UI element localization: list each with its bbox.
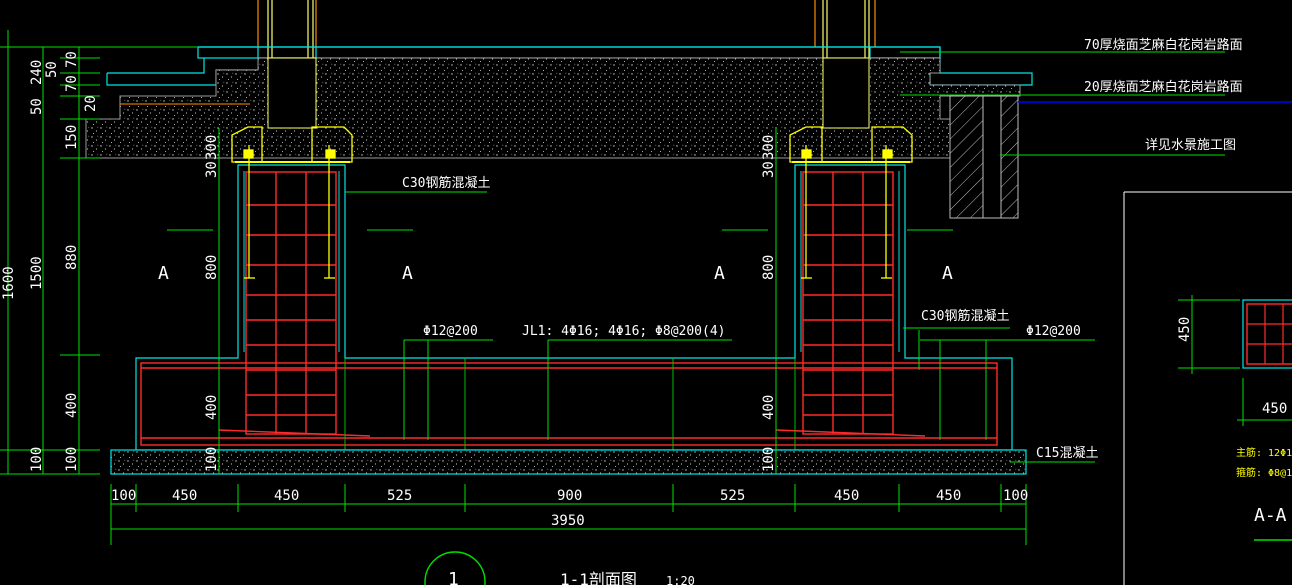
detail-dim-450-v: 450 (1177, 317, 1193, 342)
callout-c30-left: C30钢筋混凝土 (402, 175, 490, 191)
base-concrete (85, 57, 1021, 159)
cad-drawing-canvas: 70厚烧面芝麻白花岗岩路面 20厚烧面芝麻白花岗岩路面 详见水景施工图 C30钢… (0, 0, 1292, 585)
dim-70-a: 70 (64, 51, 80, 68)
pier-dim-30-right: 30 (761, 161, 777, 178)
dim-50-left: 50 (29, 98, 45, 115)
pier-dim-30-left: 30 (204, 161, 220, 178)
bottom-dim-4: 525 (387, 488, 412, 504)
dim-150: 150 (64, 125, 80, 150)
detail-a-a: 450 450 主筋: 12Φ18 箍筋: Φ8@10 A-A (1123, 191, 1292, 585)
overall-dim-3950: 3950 (551, 513, 585, 529)
bottom-dimension-texts: 100 450 450 525 900 525 450 450 100 3950 (111, 488, 1028, 529)
foundation-outline (135, 164, 1013, 451)
callout-paving-side: 20厚烧面芝麻白花岗岩路面 (1084, 79, 1243, 95)
detail-column-outline (1242, 299, 1292, 369)
pier-dim-300-right: 300 (761, 135, 777, 160)
dim-20: 20 (83, 95, 99, 112)
bottom-dim-7: 450 (834, 488, 859, 504)
waterscape-gap (982, 95, 1002, 219)
detail-mark: A-A (1254, 505, 1287, 526)
paving-top-layer (198, 46, 941, 59)
column-right-core (822, 57, 870, 129)
dim-1600: 1600 (1, 266, 17, 300)
bottom-dim-5: 900 (557, 488, 582, 504)
pier-dim-100-left: 100 (204, 447, 220, 472)
pier-dim-800-left: 800 (204, 255, 220, 280)
pier-dimension-texts-left: 300 30 800 400 100 (204, 135, 220, 472)
left-dimension-texts: 1600 1500 240 50 70 50 70 20 150 880 400… (1, 51, 99, 472)
callout-c15: C15混凝土 (1036, 445, 1098, 461)
dim-880: 880 (64, 245, 80, 270)
dim-240: 240 (29, 60, 45, 85)
bottom-dim-6: 525 (720, 488, 745, 504)
bottom-dim-8: 450 (936, 488, 961, 504)
title-number: 1 (448, 569, 459, 585)
detail-note-stirrup: 箍筋: Φ8@10 (1236, 466, 1292, 479)
callout-rebar-right: Φ12@200 (1026, 324, 1081, 339)
structure (85, 0, 1292, 475)
title-name: 1-1剖面图 (560, 570, 637, 585)
dim-100-a: 100 (29, 447, 45, 472)
callout-beam-spec: JL1: 4Φ16; 4Φ16; Φ8@200(4) (522, 324, 726, 339)
dim-100-b: 100 (64, 447, 80, 472)
pier-dimension-texts-right: 300 30 800 400 100 (761, 135, 777, 472)
pier-dim-800-right: 800 (761, 255, 777, 280)
bottom-dim-3: 450 (274, 488, 299, 504)
detail-dim-450-h: 450 (1262, 401, 1287, 417)
rebar-beam (140, 362, 998, 446)
section-marks: A A A A (158, 263, 953, 284)
detail-column-rebar (1246, 303, 1292, 365)
section-mark-a-2: A (402, 263, 413, 284)
section-drawing: 70厚烧面芝麻白花岗岩路面 20厚烧面芝麻白花岗岩路面 详见水景施工图 C30钢… (0, 0, 1292, 585)
paving-slab (197, 46, 941, 59)
callout-paving-top: 70厚烧面芝麻白花岗岩路面 (1084, 37, 1243, 53)
title-scale: 1:20 (666, 574, 695, 585)
rebar-cage-right (802, 171, 894, 435)
pier-dim-400-left: 400 (204, 395, 220, 420)
column-left-core (267, 57, 317, 129)
dim-1500: 1500 (29, 256, 45, 290)
bottom-dim-2: 450 (172, 488, 197, 504)
drawing-title: 1 1-1剖面图 1:20 (424, 551, 695, 585)
section-mark-a-1: A (158, 263, 169, 284)
bottom-dim-1: 100 (111, 488, 136, 504)
section-mark-a-4: A (942, 263, 953, 284)
pier-dim-300-left: 300 (204, 135, 220, 160)
dim-70-b: 70 (64, 75, 80, 92)
detail-note-main: 主筋: 12Φ18 (1236, 446, 1292, 459)
callout-c30-right: C30钢筋混凝土 (921, 308, 1009, 324)
pier-dim-100-right: 100 (761, 447, 777, 472)
rebar-cage-left (245, 171, 337, 435)
beam-stirrups (344, 358, 796, 450)
dim-50-b: 50 (44, 61, 60, 78)
section-mark-a-3: A (714, 263, 725, 284)
callout-rebar-left: Φ12@200 (423, 324, 478, 339)
bottom-dim-9: 100 (1003, 488, 1028, 504)
callout-waterscape-ref: 详见水景施工图 (1145, 138, 1236, 153)
pier-dim-400-right: 400 (761, 395, 777, 420)
dim-400-left: 400 (64, 393, 80, 418)
c15-bedding (110, 449, 1027, 475)
